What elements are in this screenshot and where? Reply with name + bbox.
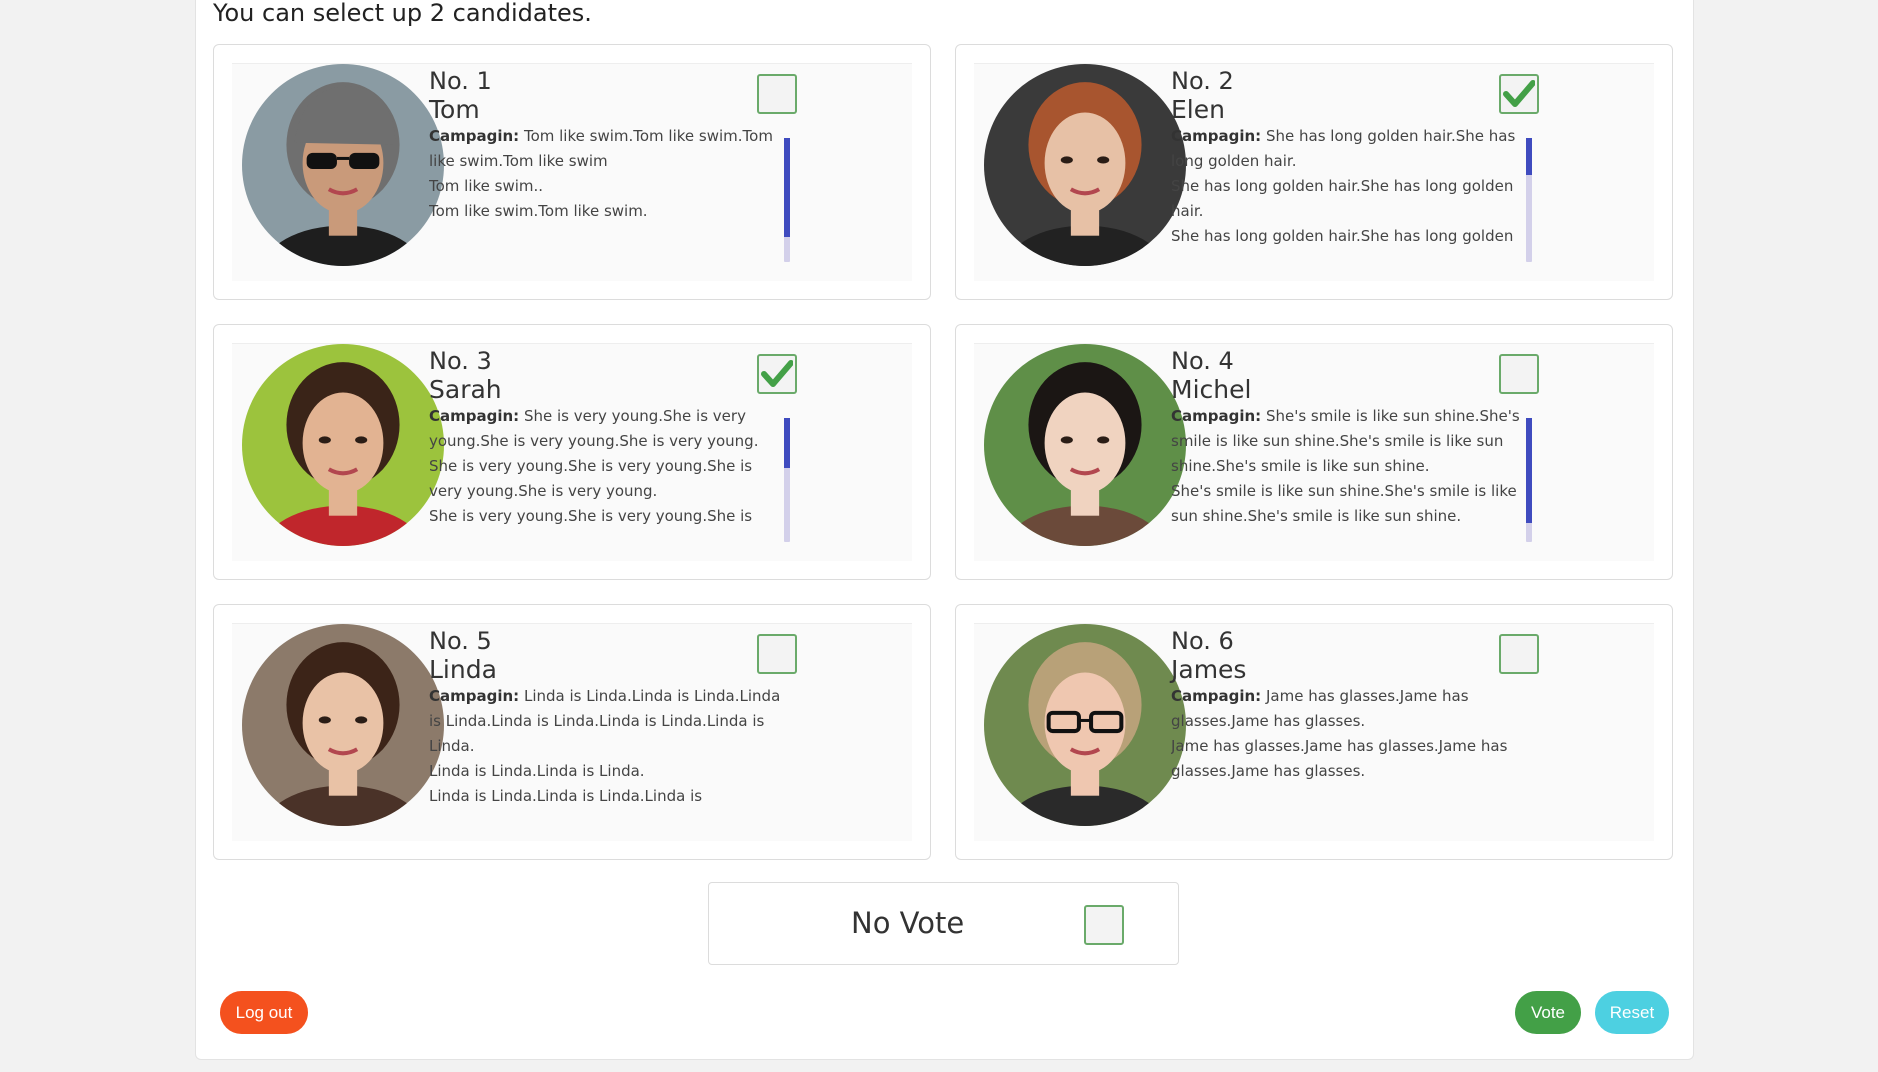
campaign-line: She is very young.She is very young.She … — [429, 507, 753, 525]
candidate-name: Linda — [429, 655, 497, 684]
vote-button[interactable]: Vote — [1515, 991, 1581, 1034]
candidate-card-body: No. 4 Michel Campagin: She's smile is like… — [974, 343, 1654, 561]
campaign-scrollbar[interactable] — [784, 418, 790, 542]
no-vote-checkbox[interactable] — [1084, 905, 1124, 945]
candidate-number: No. 6 — [1171, 627, 1234, 655]
campaign-scrollbar[interactable] — [784, 138, 790, 262]
candidate-photo — [984, 624, 1186, 826]
campaign-line: Tom like swim.Tom like swim. — [429, 202, 648, 220]
candidate-card-body: No. 3 Sarah Campagin: She is very young.Sh… — [232, 343, 912, 561]
campaign-line: Linda is Linda.Linda is Linda.Linda is L… — [429, 787, 703, 805]
campaign-line: She is very young.She is very young.She … — [429, 457, 753, 500]
candidate-name: Tom — [429, 95, 480, 124]
campaign-line: Campagin: She has long golden hair.She h… — [1171, 124, 1523, 174]
no-vote-box[interactable]: No Vote — [708, 882, 1179, 965]
campaign-label: Campagin: — [1171, 127, 1262, 145]
candidate-card[interactable]: No. 6 James Campagin: Jame has glasses.Jam… — [955, 604, 1673, 860]
campaign-text: Campagin: She is very young.She is very … — [429, 404, 781, 528]
candidate-name: Michel — [1171, 375, 1252, 404]
candidate-card-body: No. 6 James Campagin: Jame has glasses.Jam… — [974, 623, 1654, 841]
campaign-text: Campagin: Jame has glasses.Jame has glas… — [1171, 684, 1523, 808]
candidate-photo — [984, 64, 1186, 266]
candidate-checkbox[interactable] — [757, 354, 797, 394]
campaign-line: Tom like swim.. — [429, 177, 544, 195]
campaign-scrollbar[interactable] — [1526, 418, 1532, 542]
candidate-photo — [242, 64, 444, 266]
candidate-name: James — [1171, 655, 1247, 684]
reset-button[interactable]: Reset — [1595, 991, 1669, 1034]
campaign-line: Campagin: She's smile is like sun shine.… — [1171, 404, 1523, 479]
candidate-number: No. 2 — [1171, 67, 1234, 95]
campaign-label: Campagin: — [429, 127, 520, 145]
no-vote-label: No Vote — [851, 906, 965, 940]
logout-button[interactable]: Log out — [220, 991, 308, 1034]
campaign-text: Campagin: Tom like swim.Tom like swim. To… — [429, 124, 781, 248]
campaign-text: Campagin: She's smile is like sun shine.… — [1171, 404, 1523, 528]
campaign-label: Campagin: — [429, 687, 520, 705]
campaign-label: Campagin: — [1171, 407, 1262, 425]
scrollbar-thumb[interactable] — [1526, 138, 1532, 176]
scrollbar-thumb[interactable] — [1526, 418, 1532, 524]
selection-instruction: You can select up 2 candidates. — [213, 0, 592, 27]
candidate-photo — [242, 344, 444, 546]
candidate-card[interactable]: No. 1 Tom Campagin: Tom like swim.Tom like… — [213, 44, 931, 300]
candidate-checkbox[interactable] — [1499, 634, 1539, 674]
candidate-checkbox[interactable] — [1499, 74, 1539, 114]
candidate-number: No. 1 — [429, 67, 492, 95]
candidate-checkbox[interactable] — [757, 634, 797, 674]
candidate-number: No. 5 — [429, 627, 492, 655]
scrollbar-thumb[interactable] — [784, 418, 790, 468]
campaign-label: Campagin: — [1171, 687, 1262, 705]
candidate-card[interactable]: No. 2 Elen Campagin: She has long golden h… — [955, 44, 1673, 300]
campaign-line: She has long golden hair.She has long go… — [1171, 227, 1514, 245]
scrollbar-thumb[interactable] — [784, 138, 790, 238]
candidate-number: No. 3 — [429, 347, 492, 375]
candidate-card[interactable]: No. 3 Sarah Campagin: She is very young.Sh… — [213, 324, 931, 580]
campaign-text: Campagin: Linda is Linda.Linda is Linda.… — [429, 684, 781, 808]
campaign-line: Campagin: She is very young.She is very … — [429, 404, 781, 454]
candidate-name: Elen — [1171, 95, 1225, 124]
candidate-photo — [984, 344, 1186, 546]
campaign-label: Campagin: — [429, 407, 520, 425]
candidate-card-body: No. 1 Tom Campagin: Tom like swim.Tom like… — [232, 63, 912, 281]
candidate-checkbox[interactable] — [757, 74, 797, 114]
campaign-line: Linda is Linda.Linda is Linda. — [429, 762, 645, 780]
campaign-line: She's smile is like sun shine.She's smil… — [1171, 482, 1517, 525]
campaign-line: She has long golden hair.She has long go… — [1171, 177, 1514, 220]
campaign-line: Campagin: Linda is Linda.Linda is Linda.… — [429, 684, 781, 759]
campaign-text: Campagin: She has long golden hair.She h… — [1171, 124, 1523, 248]
campaign-line: Campagin: Jame has glasses.Jame has glas… — [1171, 684, 1523, 734]
campaign-scrollbar[interactable] — [1526, 138, 1532, 262]
campaign-line: Campagin: Tom like swim.Tom like swim.To… — [429, 124, 781, 174]
candidate-card[interactable]: No. 4 Michel Campagin: She's smile is like… — [955, 324, 1673, 580]
candidate-checkbox[interactable] — [1499, 354, 1539, 394]
campaign-line: Jame has glasses.Jame has glasses.Jame h… — [1171, 737, 1508, 780]
candidate-card[interactable]: No. 5 Linda Campagin: Linda is Linda.Linda… — [213, 604, 931, 860]
candidate-number: No. 4 — [1171, 347, 1234, 375]
candidate-card-body: No. 5 Linda Campagin: Linda is Linda.Linda… — [232, 623, 912, 841]
candidate-name: Sarah — [429, 375, 502, 404]
candidate-photo — [242, 624, 444, 826]
candidate-card-body: No. 2 Elen Campagin: She has long golden h… — [974, 63, 1654, 281]
